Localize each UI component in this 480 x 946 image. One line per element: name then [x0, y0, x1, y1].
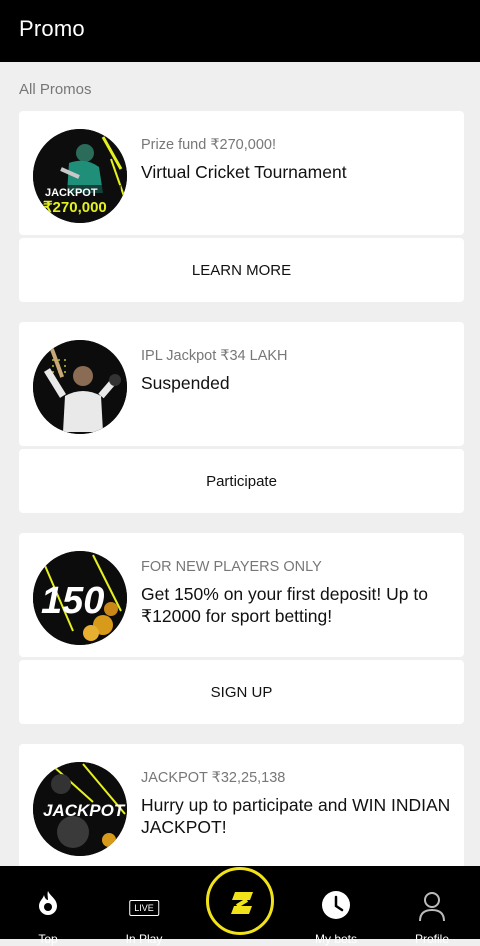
promo-card-info[interactable]: JACKPOT ₹270,000 Prize fund ₹270,000! Vi… — [19, 111, 464, 235]
button-label: Participate — [206, 472, 277, 490]
flame-icon — [37, 890, 59, 921]
thumb-text-amount: ₹270,000 — [43, 199, 107, 216]
thumb-text-jackpot: JACKPOT — [45, 187, 98, 199]
nav-label: Profile — [414, 932, 449, 946]
nav-label: Top — [38, 932, 58, 946]
promo-card-info[interactable]: 150 FOR NEW PLAYERS ONLY Get 150% on you… — [19, 533, 464, 657]
top-app-bar: Promo — [0, 0, 480, 62]
promo-image-jackpot: JACKPOT — [33, 762, 127, 856]
promo-image-150-bonus: 150 — [33, 551, 127, 645]
person-icon — [417, 890, 447, 927]
promo-image-cricket-jackpot: JACKPOT ₹270,000 — [33, 129, 127, 223]
button-label: SIGN UP — [210, 683, 273, 701]
promo-card-info[interactable]: JACKPOT JACKPOT ₹32,25,138 Hurry up to p… — [19, 744, 464, 868]
participate-button[interactable]: Participate — [19, 449, 464, 513]
clock-icon — [321, 890, 351, 925]
nav-item-my-bets[interactable]: My bets — [288, 866, 384, 946]
section-label-all-promos: All Promos — [19, 81, 92, 98]
home-logo-button[interactable] — [206, 867, 274, 935]
learn-more-button[interactable]: LEARN MORE — [19, 238, 464, 302]
promo-headline: Suspended — [141, 373, 230, 393]
promo-card-info[interactable]: IPL Jackpot ₹34 LAKH Suspended — [19, 322, 464, 446]
thumb-text-150: 150 — [41, 580, 104, 622]
live-badge: LIVE — [129, 900, 159, 916]
nav-label: In Play — [125, 932, 163, 946]
nav-label: My bets — [314, 932, 357, 946]
promo-subtitle: JACKPOT ₹32,25,138 — [141, 770, 286, 786]
thumb-text-jackpot: JACKPOT — [43, 801, 126, 820]
promo-headline: Hurry up to participate and WIN INDIAN J… — [141, 795, 451, 837]
nav-item-in-play[interactable]: LIVE In Play — [96, 866, 192, 946]
sign-up-button[interactable]: SIGN UP — [19, 660, 464, 724]
logo-icon — [231, 892, 253, 914]
page-title: Promo — [19, 16, 85, 41]
nav-item-top[interactable]: Top — [0, 866, 96, 946]
promo-headline: Get 150% on your first deposit! Up to ₹1… — [141, 584, 428, 626]
nav-item-profile[interactable]: Profile — [384, 866, 480, 946]
live-icon: LIVE — [129, 898, 159, 916]
promo-subtitle: FOR NEW PLAYERS ONLY — [141, 559, 322, 575]
promo-image-ipl-player — [33, 340, 127, 434]
button-label: LEARN MORE — [191, 261, 292, 279]
promo-headline: Virtual Cricket Tournament — [141, 162, 347, 182]
promo-subtitle: IPL Jackpot ₹34 LAKH — [141, 348, 288, 364]
promo-subtitle: Prize fund ₹270,000! — [141, 137, 276, 153]
